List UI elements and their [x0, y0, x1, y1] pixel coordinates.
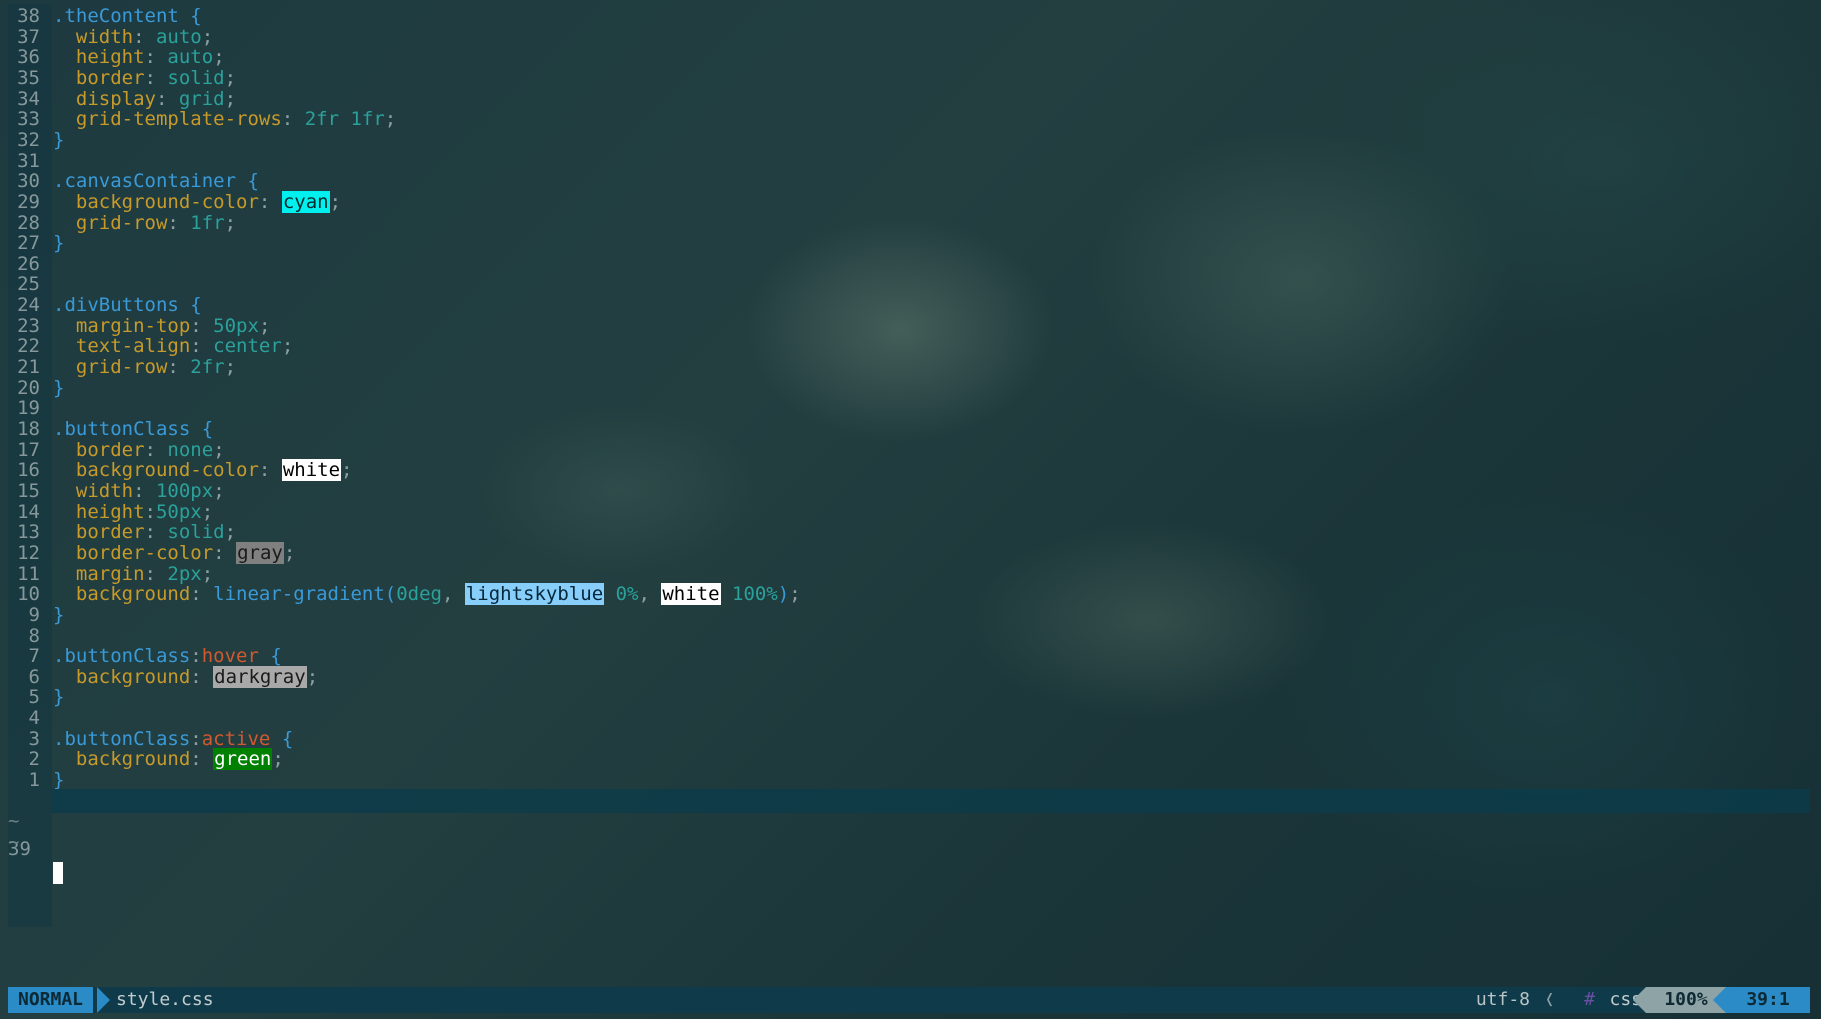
token-fn: linear-gradient(: [213, 583, 397, 606]
token-semi: ;: [224, 211, 237, 234]
token-colon: :: [258, 190, 282, 213]
code-text: background: green;: [53, 747, 284, 771]
token-fn: ): [777, 583, 790, 606]
cursor-line[interactable]: 39: [0, 789, 63, 885]
cursor-position: 39:1: [1726, 987, 1810, 1013]
chevron-left-icon: ❬: [1544, 989, 1555, 1010]
css-filetype-icon: #: [1584, 989, 1595, 1010]
token-val: 2fr: [190, 356, 225, 379]
code-text: }: [53, 376, 64, 400]
token-brace: }: [53, 376, 65, 399]
token-semi: ;: [283, 541, 296, 564]
token-prop: grid-template-rows: [75, 108, 282, 131]
status-line: NORMAL style.css utf-8 ❬ # css 100% 39:1: [8, 987, 1810, 1013]
token-prop: background: [75, 583, 191, 606]
code-text: background: darkgray;: [53, 665, 318, 689]
token-brace: }: [53, 603, 65, 626]
code-text: background: linear-gradient(0deg, lights…: [53, 582, 801, 606]
color-swatch: white: [661, 583, 721, 606]
color-swatch: gray: [236, 541, 284, 564]
code-text: }: [53, 603, 64, 627]
token-val: 2fr 1fr: [304, 108, 385, 131]
cursor-line-highlight: [52, 788, 1810, 813]
color-swatch: darkgray: [213, 665, 307, 688]
token-semi: ;: [384, 108, 397, 131]
code-text: }: [53, 231, 64, 255]
vim-editor[interactable]: 38 .theContent {37 width: auto; 36 height:…: [0, 0, 1821, 985]
token-semi: ,: [638, 583, 662, 606]
token-semi: ,: [441, 583, 465, 606]
color-swatch: green: [213, 748, 273, 771]
position-separator-arrow: [1713, 987, 1726, 1013]
token-colon: :: [281, 108, 305, 131]
token-val: 0%: [604, 583, 639, 606]
token-semi: ;: [789, 583, 801, 606]
color-swatch: lightskyblue: [464, 583, 605, 606]
token-val: 0deg: [396, 583, 442, 606]
code-text: grid-row: 1fr;: [53, 211, 236, 235]
token-colon: :: [167, 356, 191, 379]
empty-line-marker: ~: [8, 831, 20, 853]
token-colon: :: [190, 748, 214, 771]
token-prop: background: [75, 665, 191, 688]
token-prop: background: [75, 748, 191, 771]
token-semi: ;: [341, 459, 353, 482]
mode-separator-arrow: [97, 987, 110, 1013]
token-val: 100%: [720, 583, 778, 606]
percent-separator-arrow: [1633, 987, 1646, 1013]
token-semi: ;: [306, 665, 319, 688]
token-colon: :: [213, 541, 237, 564]
token-prop: grid-row: [75, 211, 168, 234]
token-colon: :: [190, 583, 214, 606]
token-semi: ;: [272, 748, 284, 771]
text-cursor: [53, 862, 63, 885]
color-swatch: cyan: [281, 190, 330, 213]
file-encoding: utf-8: [1475, 989, 1530, 1010]
token-semi: ;: [281, 335, 294, 358]
token-val: 1fr: [190, 211, 225, 234]
token-colon: :: [190, 665, 214, 688]
file-name: style.css: [116, 989, 214, 1010]
code-text: }: [53, 685, 64, 709]
mode-indicator: NORMAL: [8, 987, 94, 1013]
token-brace: }: [53, 232, 65, 255]
code-text: }: [53, 128, 64, 152]
token-brace: }: [53, 686, 65, 709]
token-colon: :: [167, 211, 191, 234]
color-swatch: white: [281, 459, 342, 482]
token-prop: grid-row: [75, 356, 168, 379]
code-text: grid-template-rows: 2fr 1fr;: [53, 107, 396, 131]
token-semi: ;: [213, 479, 225, 502]
token-colon: :: [258, 459, 282, 482]
token-semi: ;: [329, 190, 342, 213]
token-brace: }: [53, 128, 65, 151]
token-semi: ;: [224, 356, 237, 379]
code-text: grid-row: 2fr;: [53, 355, 236, 379]
